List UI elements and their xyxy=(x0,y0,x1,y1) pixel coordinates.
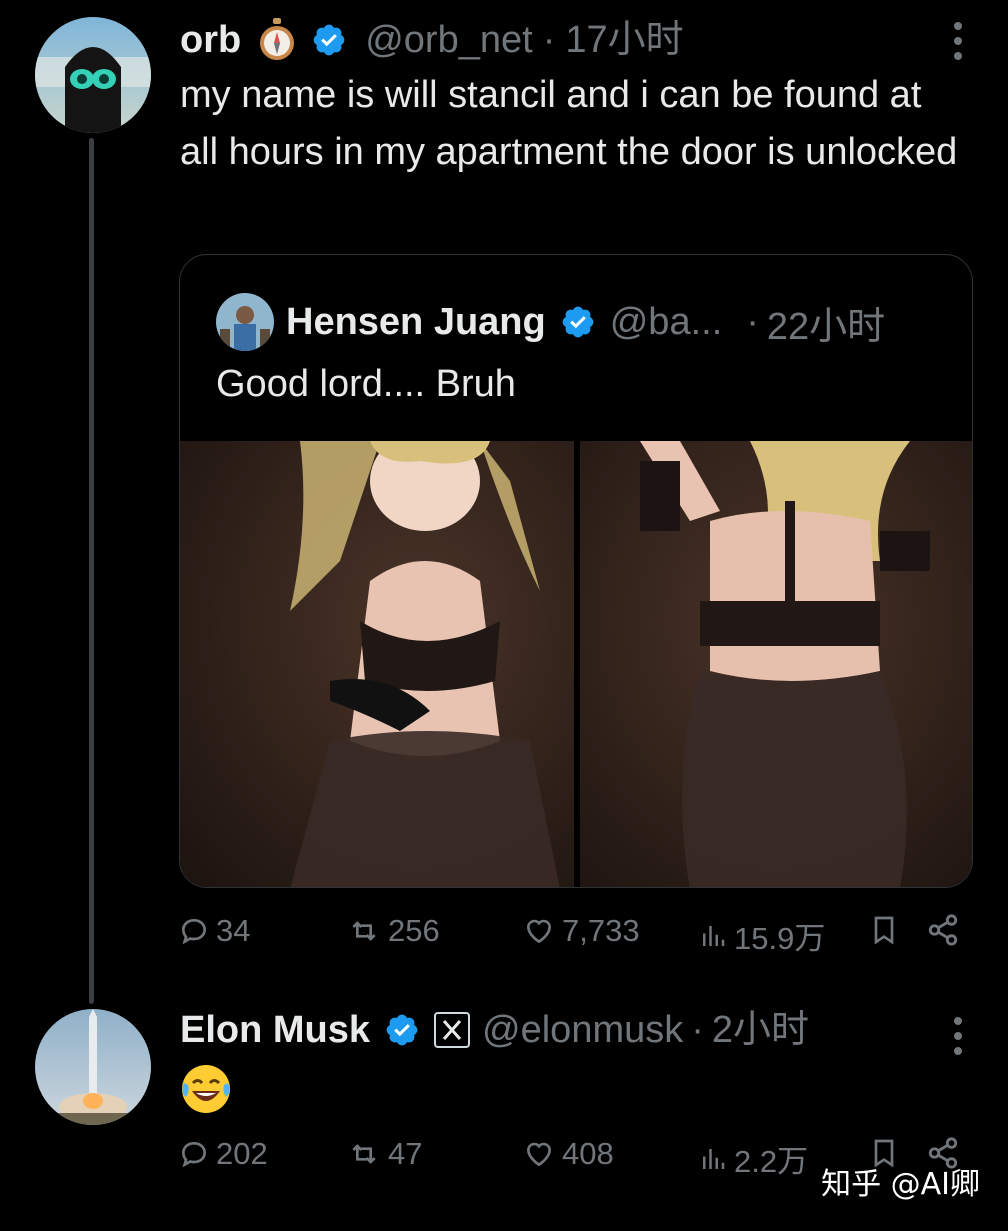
face-with-tears-of-joy-icon xyxy=(180,1063,232,1115)
like-count: 7,733 xyxy=(562,913,640,948)
tweet-header: Elon Musk @elonmusk · 2小时 xyxy=(180,1007,809,1053)
compass-icon xyxy=(257,18,297,62)
avatar-orb[interactable] xyxy=(35,17,151,133)
reply-icon xyxy=(181,1141,207,1168)
reply-button[interactable]: 202 xyxy=(178,1136,268,1172)
avatar-elon[interactable] xyxy=(35,1009,151,1125)
repost-icon xyxy=(352,921,376,941)
author-handle[interactable]: @orb_net xyxy=(365,17,532,63)
timestamp[interactable]: 17小时 xyxy=(565,17,683,63)
quoted-timestamp[interactable]: 22小时 xyxy=(767,295,885,350)
quoted-tweet[interactable]: Hensen Juang @ba... · 22小时 Good lord....… xyxy=(179,254,973,888)
action-bar: 34 256 7,733 15.9万 xyxy=(178,913,968,959)
media-image-2[interactable] xyxy=(580,441,972,887)
reply-count: 34 xyxy=(216,913,251,948)
media-image-1[interactable] xyxy=(180,431,574,887)
quoted-author-handle[interactable]: @ba... xyxy=(610,301,723,344)
author-handle[interactable]: @elonmusk xyxy=(482,1007,683,1053)
avatar-hensen xyxy=(216,293,274,351)
separator-dot: · xyxy=(691,1009,704,1051)
thread-line xyxy=(89,138,94,1004)
like-count: 408 xyxy=(562,1136,614,1171)
repost-button[interactable]: 256 xyxy=(346,913,440,949)
share-button[interactable] xyxy=(926,913,966,947)
reply-icon xyxy=(181,918,207,945)
timestamp[interactable]: 2小时 xyxy=(712,1007,809,1053)
repost-icon xyxy=(352,1144,376,1164)
repost-count: 47 xyxy=(388,1136,423,1171)
watermark: 知乎 @AI卿 xyxy=(821,1167,980,1202)
views-chart-icon xyxy=(703,925,725,946)
bookmark-icon xyxy=(874,916,894,945)
separator-dot: · xyxy=(542,19,556,61)
reply-count: 202 xyxy=(216,1136,268,1171)
views-count: 15.9万 xyxy=(734,921,826,956)
repost-button[interactable]: 47 xyxy=(346,1136,422,1172)
bookmark-button[interactable] xyxy=(868,913,906,947)
like-button[interactable]: 7,733 xyxy=(522,913,640,949)
separator-dot: · xyxy=(746,300,759,343)
views-chart-icon xyxy=(703,1148,725,1169)
tweet-text: my name is will stancil and i can be fou… xyxy=(180,74,958,173)
more-options-icon[interactable] xyxy=(952,1017,964,1062)
verified-badge-icon xyxy=(311,22,347,58)
heart-icon xyxy=(526,919,552,944)
verified-badge-icon xyxy=(560,304,596,340)
quoted-media-grid xyxy=(180,431,972,887)
heart-icon xyxy=(526,1142,552,1167)
quoted-tweet-header: Hensen Juang @ba... · 22小时 xyxy=(216,293,885,351)
author-name[interactable]: orb xyxy=(180,17,241,63)
repost-count: 256 xyxy=(388,913,440,948)
more-options-icon[interactable] xyxy=(952,22,964,67)
reply-button[interactable]: 34 xyxy=(178,913,250,949)
tweet-orb[interactable]: orb @orb_net · 17小时 my name is will stan… xyxy=(0,0,1008,1004)
views-count: 2.2万 xyxy=(734,1144,809,1179)
x-affiliate-icon xyxy=(434,1012,471,1048)
verified-badge-icon xyxy=(384,1012,420,1048)
views-button[interactable]: 15.9万 xyxy=(698,913,825,958)
tweet-header: orb @orb_net · 17小时 xyxy=(180,17,684,63)
quoted-tweet-text: Good lord.... Bruh xyxy=(216,363,516,405)
author-name[interactable]: Elon Musk xyxy=(180,1007,370,1053)
quoted-author-name[interactable]: Hensen Juang xyxy=(286,301,546,344)
share-icon xyxy=(928,914,958,946)
views-button[interactable]: 2.2万 xyxy=(698,1136,808,1181)
like-button[interactable]: 408 xyxy=(522,1136,614,1172)
